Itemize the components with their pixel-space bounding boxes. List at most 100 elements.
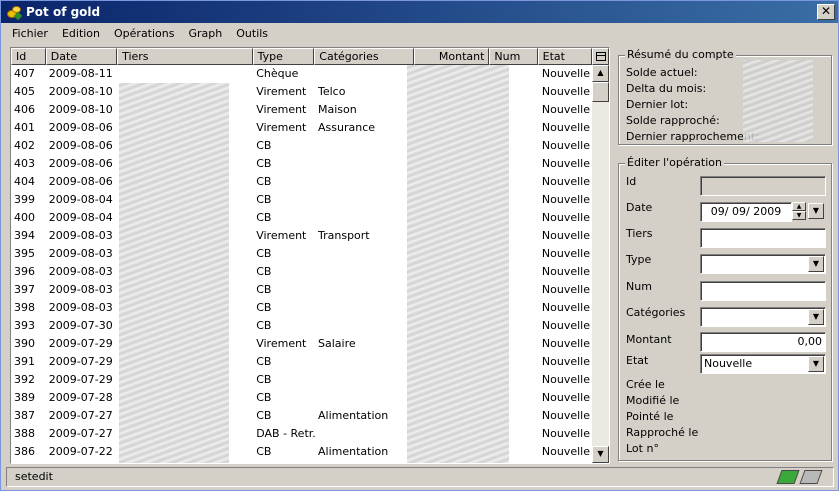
table-row[interactable]: 387 2009-07-27 CB Alimentation Nouvelle [11, 407, 593, 425]
table-row[interactable]: 395 2009-08-03 CB Nouvelle [11, 245, 593, 263]
table-row[interactable]: 399 2009-08-04 CB Nouvelle [11, 191, 593, 209]
cell-type: Virement [256, 85, 307, 98]
title-bar[interactable]: Pot of gold ✕ [1, 1, 838, 23]
column-header-categories[interactable]: Catégories [314, 48, 415, 65]
cell-date: 2009-07-27 [48, 427, 113, 440]
table-row[interactable]: 400 2009-08-04 CB Nouvelle [11, 209, 593, 227]
table-row[interactable]: 397 2009-08-03 CB Nouvelle [11, 281, 593, 299]
menu-operations[interactable]: Opérations [107, 27, 181, 40]
cell-num [491, 101, 539, 119]
table-row[interactable]: 390 2009-07-29 Virement Salaire Nouvelle [11, 335, 593, 353]
cell-type: CB [256, 319, 272, 332]
etat-dropdown-button[interactable]: ▼ [808, 356, 824, 372]
cell-date: 2009-08-06 [48, 157, 113, 170]
cell-montant [415, 65, 490, 83]
column-header-date[interactable]: Date [45, 48, 118, 65]
column-header-id[interactable]: Id [11, 48, 46, 65]
cell-montant [415, 83, 490, 101]
table-row[interactable]: 403 2009-08-06 CB Nouvelle [11, 155, 593, 173]
cell-categories [315, 155, 415, 173]
cell-montant [415, 119, 490, 137]
table-row[interactable]: 398 2009-08-03 CB Nouvelle [11, 299, 593, 317]
table-row[interactable]: 405 2009-08-10 Virement Telco Nouvelle [11, 83, 593, 101]
table-row[interactable]: 407 2009-08-11 Chèque Nouvelle [11, 65, 593, 83]
cell-date: 2009-08-03 [48, 229, 113, 242]
operations-table[interactable]: Id Date Tiers Type Catégories Montant Nu… [10, 47, 610, 464]
table-row[interactable]: 392 2009-07-29 CB Nouvelle [11, 371, 593, 389]
summary-label-solde-rapproche: Solde rapproché: [626, 114, 720, 127]
edit-tiers-label: Tiers [626, 227, 653, 240]
edit-etat-select[interactable]: Nouvelle ▼ [700, 354, 826, 374]
column-header-montant[interactable]: Montant [414, 48, 490, 65]
close-button[interactable]: ✕ [817, 4, 835, 20]
table-row[interactable]: 391 2009-07-29 CB Nouvelle [11, 353, 593, 371]
scroll-down-button[interactable]: ▼ [592, 446, 609, 463]
cell-etat: Nouvelle [541, 391, 591, 404]
edit-tiers-field[interactable] [700, 228, 826, 248]
cell-categories [315, 191, 415, 209]
cell-date: 2009-07-29 [48, 373, 113, 386]
edit-date-field[interactable]: 09/ 09/ 2009 [700, 202, 792, 222]
edit-montant-field[interactable]: 0,00 [700, 332, 826, 352]
table-row[interactable]: 389 2009-07-28 CB Nouvelle [11, 389, 593, 407]
money-icon[interactable] [776, 470, 800, 484]
column-header-type[interactable]: Type [252, 48, 315, 65]
table-row[interactable]: 394 2009-08-03 Virement Transport Nouvelle [11, 227, 593, 245]
menu-outils[interactable]: Outils [229, 27, 275, 40]
cell-etat: Nouvelle [541, 211, 591, 224]
menu-fichier[interactable]: Fichier [5, 27, 55, 40]
cell-type: Virement [256, 337, 307, 350]
table-row[interactable]: 386 2009-07-22 CB Alimentation Nouvelle [11, 443, 593, 461]
cell-num [491, 209, 539, 227]
edit-categories-select[interactable]: ▼ [700, 307, 826, 327]
categories-dropdown-button[interactable]: ▼ [808, 309, 824, 325]
cell-date: 2009-08-06 [48, 175, 113, 188]
cell-num [491, 335, 539, 353]
edit-operation-title: Éditer l'opération [625, 156, 724, 169]
table-row[interactable]: 402 2009-08-06 CB Nouvelle [11, 137, 593, 155]
scroll-up-button[interactable]: ▲ [592, 65, 609, 82]
cell-etat: Nouvelle [541, 337, 591, 350]
cell-montant [415, 425, 490, 443]
menu-edition[interactable]: Edition [55, 27, 107, 40]
vertical-scrollbar[interactable]: ▲ ▼ [592, 65, 609, 463]
cell-montant [415, 443, 490, 461]
edit-type-select[interactable]: ▼ [700, 254, 826, 274]
edit-num-field[interactable] [700, 281, 826, 301]
cell-id: 396 [14, 265, 35, 278]
date-dropdown-button[interactable]: ▼ [808, 203, 824, 219]
cell-tiers [117, 317, 253, 335]
table-row[interactable]: 388 2009-07-27 DAB - Retr... Nouvelle [11, 425, 593, 443]
menu-graph[interactable]: Graph [182, 27, 230, 40]
cell-num [491, 137, 539, 155]
cell-type: CB [256, 391, 272, 404]
date-spin-up-button[interactable]: ▲ [792, 202, 806, 211]
edit-type-label: Type [626, 253, 652, 266]
column-header-etat[interactable]: Etat [537, 48, 592, 65]
cell-etat: Nouvelle [541, 139, 591, 152]
column-header-tiers[interactable]: Tiers [117, 48, 253, 65]
table-row[interactable]: 401 2009-08-06 Virement Assurance Nouvelle [11, 119, 593, 137]
cell-type: CB [256, 193, 272, 206]
cell-date: 2009-07-22 [48, 445, 113, 458]
cell-montant [415, 299, 490, 317]
column-header-num[interactable]: Num [489, 48, 538, 65]
cell-montant [415, 137, 490, 155]
table-row[interactable]: 404 2009-08-06 CB Nouvelle [11, 173, 593, 191]
cell-type: CB [256, 265, 272, 278]
cell-etat: Nouvelle [541, 445, 591, 458]
edit-categories-label: Catégories [626, 306, 686, 319]
type-dropdown-button[interactable]: ▼ [808, 256, 824, 272]
table-row[interactable]: 396 2009-08-03 CB Nouvelle [11, 263, 593, 281]
account-summary-group: Résumé du compte Solde actuel: Delta du … [618, 49, 832, 145]
summary-label-lot: Dernier lot: [626, 98, 689, 111]
cell-date: 2009-08-06 [48, 121, 113, 134]
cell-montant [415, 245, 490, 263]
edit-montant-label: Montant [626, 333, 672, 346]
table-row[interactable]: 393 2009-07-30 CB Nouvelle [11, 317, 593, 335]
date-spin-down-button[interactable]: ▼ [792, 211, 806, 220]
cell-montant [415, 227, 490, 245]
scroll-thumb[interactable] [592, 82, 609, 102]
column-config-button[interactable] [591, 48, 609, 65]
table-row[interactable]: 406 2009-08-10 Virement Maison Nouvelle [11, 101, 593, 119]
